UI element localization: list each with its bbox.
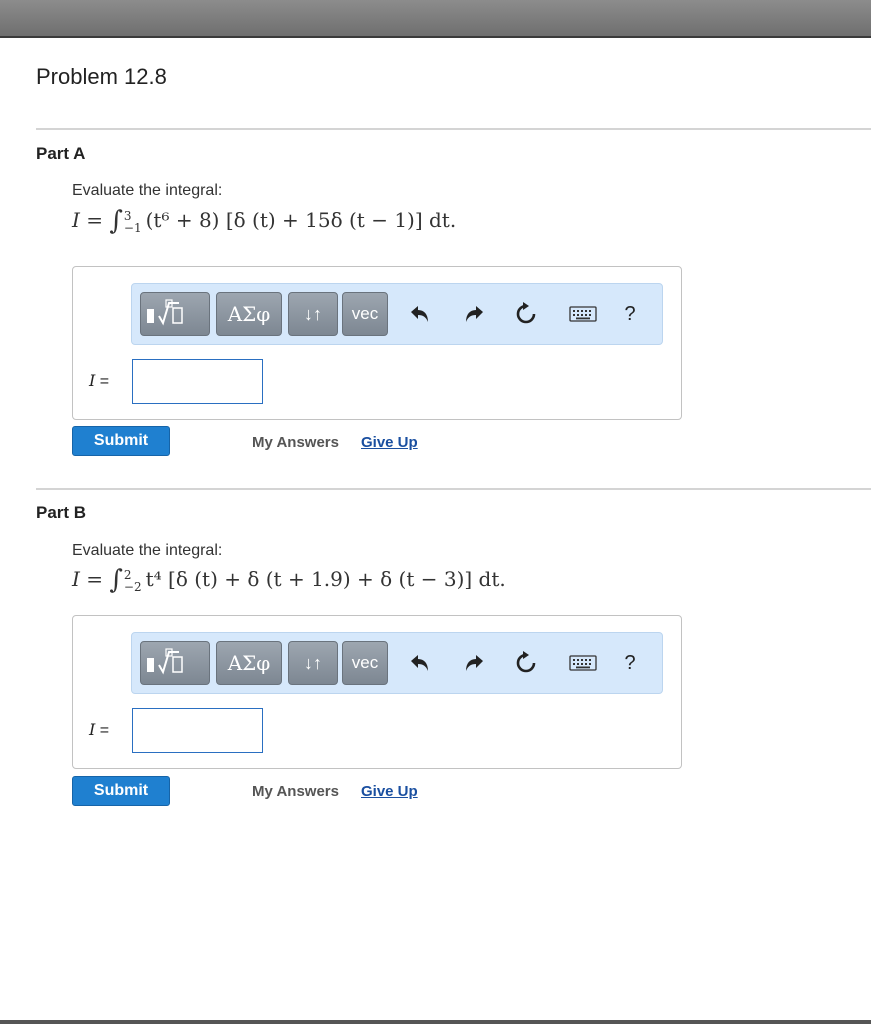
part-b-lower-limit: −2	[123, 579, 142, 594]
part-a-answer-input[interactable]	[132, 359, 263, 404]
part-b-answer-panel: ΑΣφ ↓↑ vec ? I =	[72, 615, 682, 769]
part-a-answer-panel: ΑΣφ ↓↑ vec ? I =	[72, 266, 682, 420]
help-button[interactable]: ?	[612, 292, 648, 336]
problem-title: Problem 12.8	[36, 64, 167, 89]
redo-button[interactable]	[456, 641, 492, 685]
part-a-prompt: Evaluate the integral:	[72, 182, 223, 199]
reset-button[interactable]	[508, 641, 544, 685]
part-b-lhs: I =	[72, 567, 110, 591]
part-a-answer-label: I =	[89, 371, 109, 391]
arrows-button[interactable]: ↓↑	[288, 292, 338, 336]
undo-button[interactable]	[402, 641, 438, 685]
arrows-button[interactable]: ↓↑	[288, 641, 338, 685]
templates-button[interactable]	[140, 292, 210, 336]
part-a-submit-button[interactable]: Submit	[72, 426, 170, 456]
part-a-divider	[36, 128, 871, 130]
templates-button[interactable]	[140, 641, 210, 685]
reset-button[interactable]	[508, 292, 544, 336]
undo-button[interactable]	[402, 292, 438, 336]
greek-symbols-button[interactable]: ΑΣφ	[216, 292, 282, 336]
top-header-bar	[0, 0, 871, 38]
part-b-answer-label: I =	[89, 720, 109, 740]
integral-sign: ∫	[109, 565, 123, 595]
reset-icon	[516, 302, 536, 324]
part-a-equation: I = ∫ 3 −1 (t⁶ + 8) [δ (t) + 15δ (t − 1)] d…	[72, 206, 456, 236]
redo-icon	[466, 655, 483, 671]
help-button[interactable]: ?	[612, 641, 648, 685]
part-b-limits: 2 −2	[124, 569, 142, 593]
part-a-lower-limit: −1	[123, 220, 142, 235]
bottom-border	[0, 1020, 871, 1024]
vec-button[interactable]: vec	[342, 292, 388, 336]
answer-equals: =	[95, 722, 110, 739]
part-b-label: Part B	[36, 503, 87, 522]
part-b-give-up-link[interactable]: Give Up	[361, 783, 418, 800]
part-b-submit-button[interactable]: Submit	[72, 776, 170, 806]
part-a-my-answers-link[interactable]: My Answers	[252, 434, 339, 451]
help-icon: ?	[624, 651, 636, 674]
part-a-label: Part A	[36, 144, 86, 163]
greek-symbols-button[interactable]: ΑΣφ	[216, 641, 282, 685]
part-b-answer-input[interactable]	[132, 708, 263, 753]
keyboard-icon	[569, 306, 597, 322]
vec-button[interactable]: vec	[342, 641, 388, 685]
help-icon: ?	[624, 302, 636, 325]
part-b-divider	[36, 488, 871, 490]
keyboard-button[interactable]	[558, 641, 608, 685]
keyboard-icon	[569, 655, 597, 671]
integral-sign: ∫	[109, 206, 123, 236]
part-a-upper-limit: 3	[123, 208, 132, 223]
math-toolbar: ΑΣφ ↓↑ vec ?	[131, 283, 663, 345]
part-b-prompt: Evaluate the integral:	[72, 542, 223, 559]
part-a-integrand: (t⁶ + 8) [δ (t) + 15δ (t − 1)] dt.	[145, 208, 457, 232]
part-b-integrand: t⁴ [δ (t) + δ (t + 1.9) + δ (t − 3)] dt.	[145, 567, 506, 591]
part-b-my-answers-link[interactable]: My Answers	[252, 783, 339, 800]
part-a-lhs: I =	[72, 208, 110, 232]
redo-icon	[466, 306, 483, 322]
math-toolbar: ΑΣφ ↓↑ vec ?	[131, 632, 663, 694]
keyboard-button[interactable]	[558, 292, 608, 336]
answer-equals: =	[95, 373, 110, 390]
undo-icon	[411, 306, 428, 322]
reset-icon	[516, 651, 536, 673]
part-a-limits: 3 −1	[124, 210, 142, 234]
templates-icon	[147, 648, 183, 675]
redo-button[interactable]	[456, 292, 492, 336]
part-b-upper-limit: 2	[123, 567, 132, 582]
part-a-give-up-link[interactable]: Give Up	[361, 434, 418, 451]
part-b-equation: I = ∫ 2 −2 t⁴ [δ (t) + δ (t + 1.9) + δ (t −…	[72, 565, 506, 595]
undo-icon	[411, 655, 428, 671]
templates-icon	[147, 299, 183, 326]
